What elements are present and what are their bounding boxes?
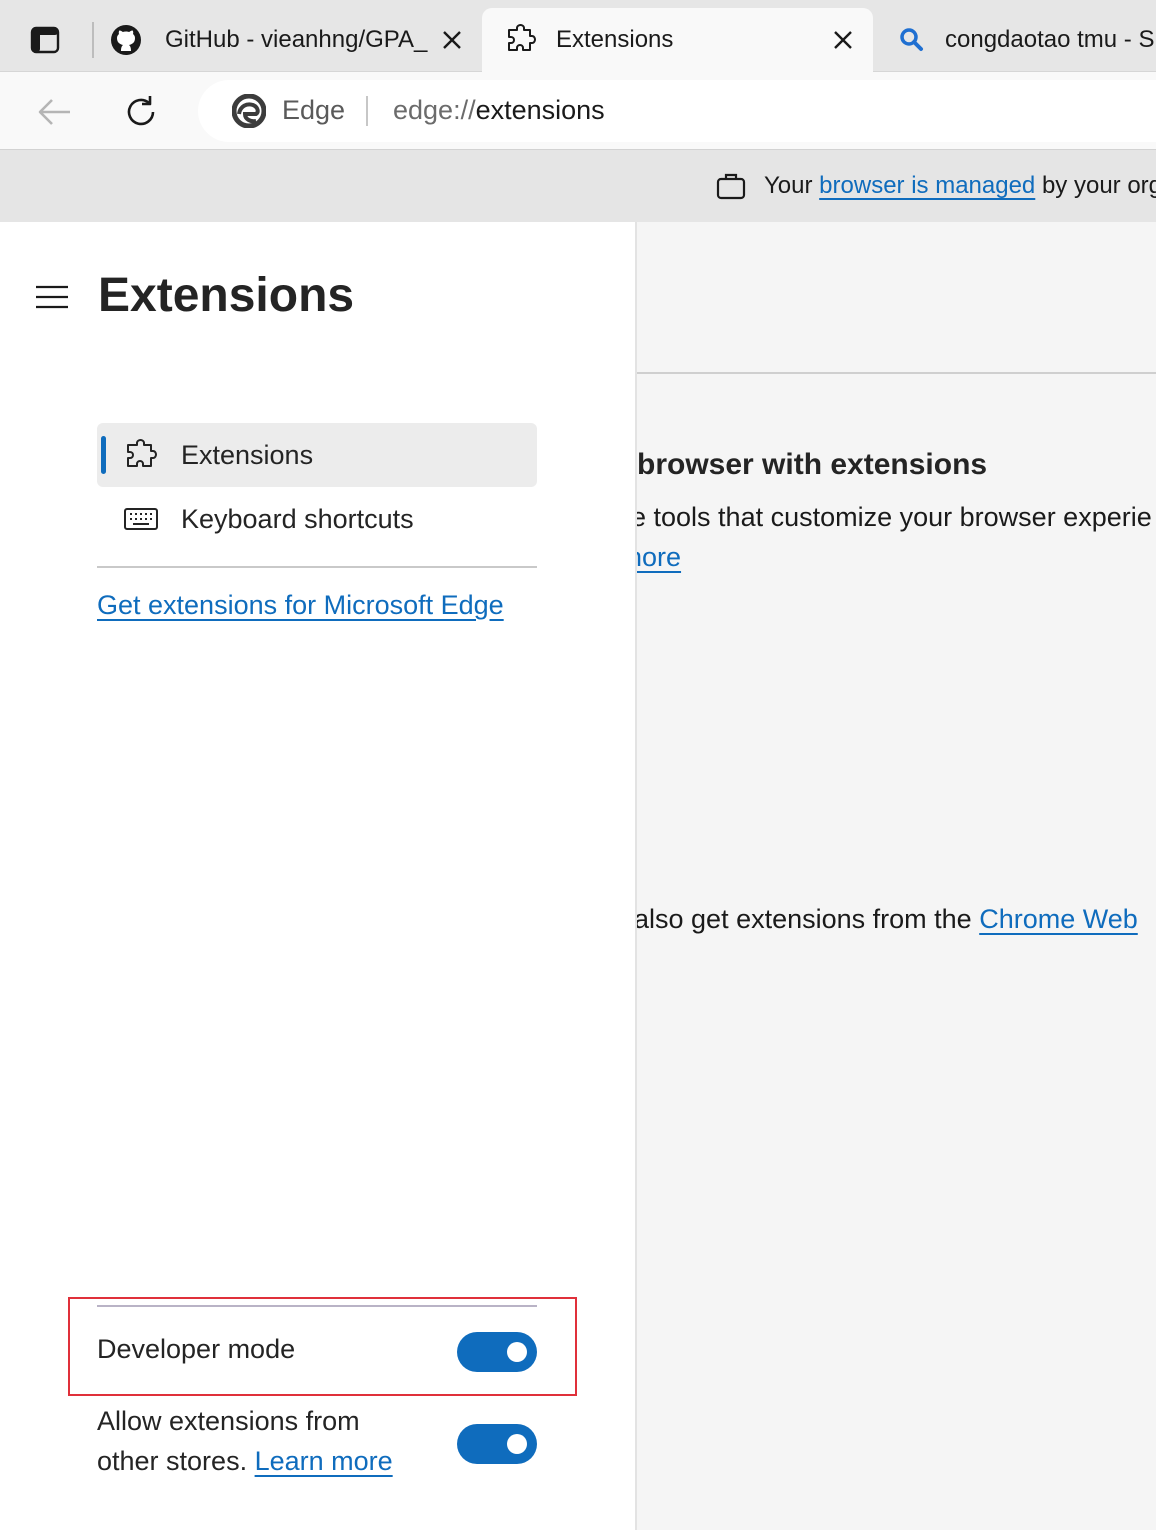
refresh-icon xyxy=(127,96,155,126)
main-heading: browser with extensions xyxy=(637,448,988,481)
managed-prefix: Your xyxy=(764,172,813,199)
get-extensions-link[interactable]: Get extensions for Microsoft Edge xyxy=(97,590,504,621)
tab-title: congdaotao tmu - S xyxy=(945,26,1155,53)
refresh-button[interactable] xyxy=(115,86,167,138)
extensions-sidebar: Extensions Extensions Keyboard shortcuts… xyxy=(0,222,637,1530)
settings-divider xyxy=(97,1305,537,1307)
puzzle-icon xyxy=(508,24,536,51)
main-divider xyxy=(637,372,1156,374)
learn-more-link[interactable]: Learn more xyxy=(255,1446,393,1476)
close-icon xyxy=(443,31,461,49)
main-learn-more-link-wrap: nore xyxy=(627,542,747,573)
back-button[interactable] xyxy=(28,86,80,138)
chrome-web-store-link[interactable]: Chrome Web xyxy=(979,904,1138,934)
other-stores-text: other stores. xyxy=(97,1446,248,1476)
browser-managed-link[interactable]: browser is managed xyxy=(819,172,1035,199)
sidebar-divider xyxy=(97,566,537,568)
url-scheme: edge:// xyxy=(393,95,476,125)
tab-title: GitHub - vieanhng/GPA_ xyxy=(165,26,428,53)
sidebar-item-extensions[interactable]: Extensions xyxy=(97,423,537,487)
tab-strip: GitHub - vieanhng/GPA_ Extensions congda… xyxy=(0,0,1156,72)
other-stores-label-line1: Allow extensions from xyxy=(97,1406,360,1436)
site-identity-label: Edge xyxy=(282,95,346,125)
developer-mode-label: Developer mode xyxy=(97,1334,296,1364)
page-title: Extensions xyxy=(98,269,355,322)
address-bar[interactable]: Edge edge://extensions xyxy=(198,80,1156,142)
close-icon xyxy=(834,31,852,49)
sidebar-item-label: Keyboard shortcuts xyxy=(181,504,414,534)
url-text[interactable]: edge://extensions xyxy=(393,95,605,126)
sidebar-item-label: Extensions xyxy=(181,440,314,470)
menu-icon[interactable] xyxy=(34,282,70,312)
url-path: extensions xyxy=(475,95,605,125)
other-stores-label-line2: other stores. Learn more xyxy=(97,1441,393,1481)
tab-close-button[interactable] xyxy=(436,24,468,56)
developer-mode-toggle[interactable] xyxy=(457,1332,537,1372)
sidebar-item-keyboard-shortcuts[interactable]: Keyboard shortcuts xyxy=(97,487,537,551)
keyboard-icon xyxy=(124,508,158,530)
toggle-knob xyxy=(507,1342,527,1362)
chrome-store-message: also get extensions from the Chrome Web xyxy=(634,904,1156,935)
chrome-store-prefix: also get extensions from the xyxy=(634,904,972,934)
tab-github[interactable]: GitHub - vieanhng/GPA_ xyxy=(94,8,480,72)
github-icon xyxy=(111,25,141,55)
tab-close-button[interactable] xyxy=(827,24,859,56)
tab-actions-icon xyxy=(30,26,60,54)
browser-window: GitHub - vieanhng/GPA_ Extensions congda… xyxy=(0,0,1156,1530)
tab-search[interactable]: congdaotao tmu - S xyxy=(876,8,1156,72)
navigation-toolbar: Edge edge://extensions xyxy=(0,72,1156,150)
allow-other-stores-toggle[interactable] xyxy=(457,1424,537,1464)
managed-message: Your browser is managed by your org xyxy=(764,172,1156,200)
search-icon xyxy=(900,28,923,51)
selected-indicator xyxy=(101,436,106,474)
tab-extensions[interactable]: Extensions xyxy=(482,8,873,72)
puzzle-icon xyxy=(127,439,157,467)
edge-logo-icon xyxy=(232,94,266,128)
toggle-knob xyxy=(507,1434,527,1454)
managed-suffix: by your org xyxy=(1041,172,1156,199)
omnibox-divider xyxy=(366,96,368,126)
back-arrow-icon xyxy=(38,99,70,125)
tab-title: Extensions xyxy=(556,26,674,53)
main-description: e tools that customize your browser expe… xyxy=(631,502,1152,532)
briefcase-icon xyxy=(716,173,746,200)
tab-actions-button[interactable] xyxy=(16,18,74,62)
